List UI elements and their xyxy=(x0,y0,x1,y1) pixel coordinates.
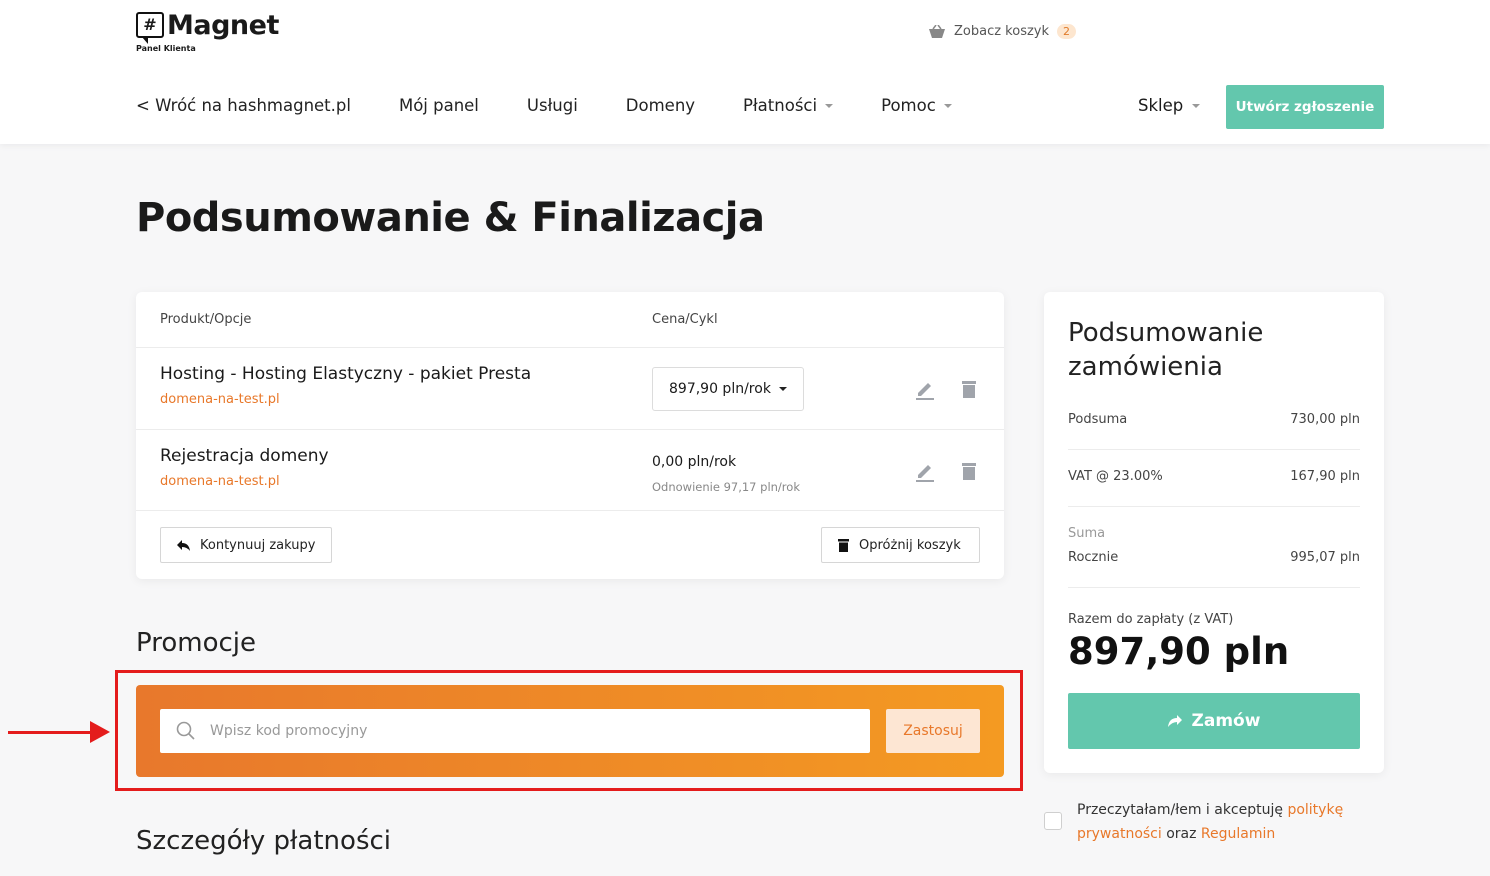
subtotal-value: 730,00 pln xyxy=(1290,412,1360,427)
nav-shop-label: Sklep xyxy=(1138,96,1184,115)
terms-checkbox[interactable] xyxy=(1044,812,1062,830)
trash-icon[interactable] xyxy=(958,460,980,482)
yearly-value: 995,07 pln xyxy=(1290,550,1360,565)
renewal-price: Odnowienie 97,17 pln/rok xyxy=(652,480,800,494)
logo[interactable]: # Magnet Panel Klienta xyxy=(136,10,279,53)
billing-cycle-select[interactable]: 897,90 pln/rok xyxy=(652,367,804,411)
page-title: Podsumowanie & Finalizacja xyxy=(136,195,765,241)
chevron-down-icon xyxy=(943,103,952,108)
divider xyxy=(136,429,1004,430)
continue-shopping-button[interactable]: Kontynuuj zakupy xyxy=(160,527,333,563)
divider xyxy=(1068,587,1360,588)
vat-row: VAT @ 23.00% 167,90 pln xyxy=(1068,469,1360,484)
vat-value: 167,90 pln xyxy=(1290,469,1360,484)
billing-cycle-value: 897,90 pln/rok xyxy=(669,381,771,397)
product-domain: domena-na-test.pl xyxy=(160,392,280,407)
basket-icon xyxy=(929,24,945,38)
nav-help-label: Pomoc xyxy=(881,96,936,115)
divider xyxy=(136,510,1004,511)
terms-of-service-link[interactable]: Regulamin xyxy=(1201,826,1275,842)
nav-help[interactable]: Pomoc xyxy=(881,96,952,115)
create-ticket-button[interactable]: Utwórz zgłoszenie xyxy=(1226,85,1384,129)
terms-text-before: Przeczytałam/łem i akceptuję xyxy=(1077,802,1288,818)
nav-my-panel[interactable]: Mój panel xyxy=(399,96,479,115)
logo-text: Magnet xyxy=(167,10,279,41)
pointer-arrow-head xyxy=(90,721,110,743)
empty-cart-label: Opróżnij koszyk xyxy=(859,537,961,553)
product-name: Hosting - Hosting Elastyczny - pakiet Pr… xyxy=(160,364,532,384)
product-domain: domena-na-test.pl xyxy=(160,474,280,489)
payment-details-title: Szczegóły płatności xyxy=(136,826,392,856)
cart-count-badge: 2 xyxy=(1057,24,1077,39)
place-order-button[interactable]: Zamów xyxy=(1068,693,1360,749)
column-header-price: Cena/Cykl xyxy=(652,312,718,327)
continue-shopping-label: Kontynuuj zakupy xyxy=(200,537,316,553)
logo-subtitle: Panel Klienta xyxy=(136,44,196,53)
nav-payments[interactable]: Płatności xyxy=(743,96,834,115)
nav-services[interactable]: Usługi xyxy=(527,96,578,115)
nav-payments-label: Płatności xyxy=(743,96,818,115)
nav-back-link[interactable]: < Wróć na hashmagnet.pl xyxy=(136,96,351,115)
pointer-arrow xyxy=(8,731,94,734)
column-header-product: Produkt/Opcje xyxy=(160,312,252,327)
vat-label: VAT @ 23.00% xyxy=(1068,469,1163,484)
yearly-row: Rocznie 995,07 pln xyxy=(1068,550,1360,565)
total-value: 897,90 pln xyxy=(1068,630,1290,673)
trash-icon xyxy=(838,538,849,552)
product-name: Rejestracja domeny xyxy=(160,446,329,466)
main-nav: < Wróć na hashmagnet.pl Mój panel Usługi… xyxy=(136,96,1000,115)
share-arrow-icon xyxy=(1167,715,1182,727)
chevron-down-icon xyxy=(1192,103,1201,108)
nav-domains[interactable]: Domeny xyxy=(626,96,695,115)
edit-icon[interactable] xyxy=(914,460,936,482)
promo-section-title: Promocje xyxy=(136,628,256,658)
order-summary: Podsumowanie zamówienia Podsuma 730,00 p… xyxy=(1044,292,1384,773)
chevron-down-icon xyxy=(825,103,834,108)
logo-mark: # xyxy=(136,12,164,44)
cart-table: Produkt/Opcje Cena/Cykl Hosting - Hostin… xyxy=(136,292,1004,579)
subtotal-row: Podsuma 730,00 pln xyxy=(1068,412,1360,427)
divider xyxy=(1068,449,1360,450)
total-label: Razem do zapłaty (z VAT) xyxy=(1068,612,1234,627)
view-cart-label: Zobacz koszyk xyxy=(954,24,1050,39)
place-order-label: Zamów xyxy=(1191,711,1261,731)
terms-text: Przeczytałam/łem i akceptuję politykę pr… xyxy=(1077,798,1377,846)
reply-arrow-icon xyxy=(177,539,190,551)
empty-cart-button[interactable]: Opróżnij koszyk xyxy=(821,527,980,563)
sum-label: Suma xyxy=(1068,526,1106,541)
trash-icon[interactable] xyxy=(958,378,980,400)
product-price: 0,00 pln/rok xyxy=(652,454,737,470)
order-summary-title: Podsumowanie zamówienia xyxy=(1068,318,1264,382)
view-cart-link[interactable]: Zobacz koszyk 2 xyxy=(928,24,1077,39)
divider xyxy=(136,347,1004,348)
yearly-label: Rocznie xyxy=(1068,550,1119,565)
edit-icon[interactable] xyxy=(914,378,936,400)
terms-text-mid: oraz xyxy=(1161,826,1201,842)
highlight-box xyxy=(115,670,1023,791)
chevron-down-icon xyxy=(778,387,787,391)
divider xyxy=(1068,506,1360,507)
site-header: # Magnet Panel Klienta Zobacz koszyk 2 < … xyxy=(0,0,1490,144)
subtotal-label: Podsuma xyxy=(1068,412,1128,427)
nav-shop[interactable]: Sklep xyxy=(1138,96,1201,115)
